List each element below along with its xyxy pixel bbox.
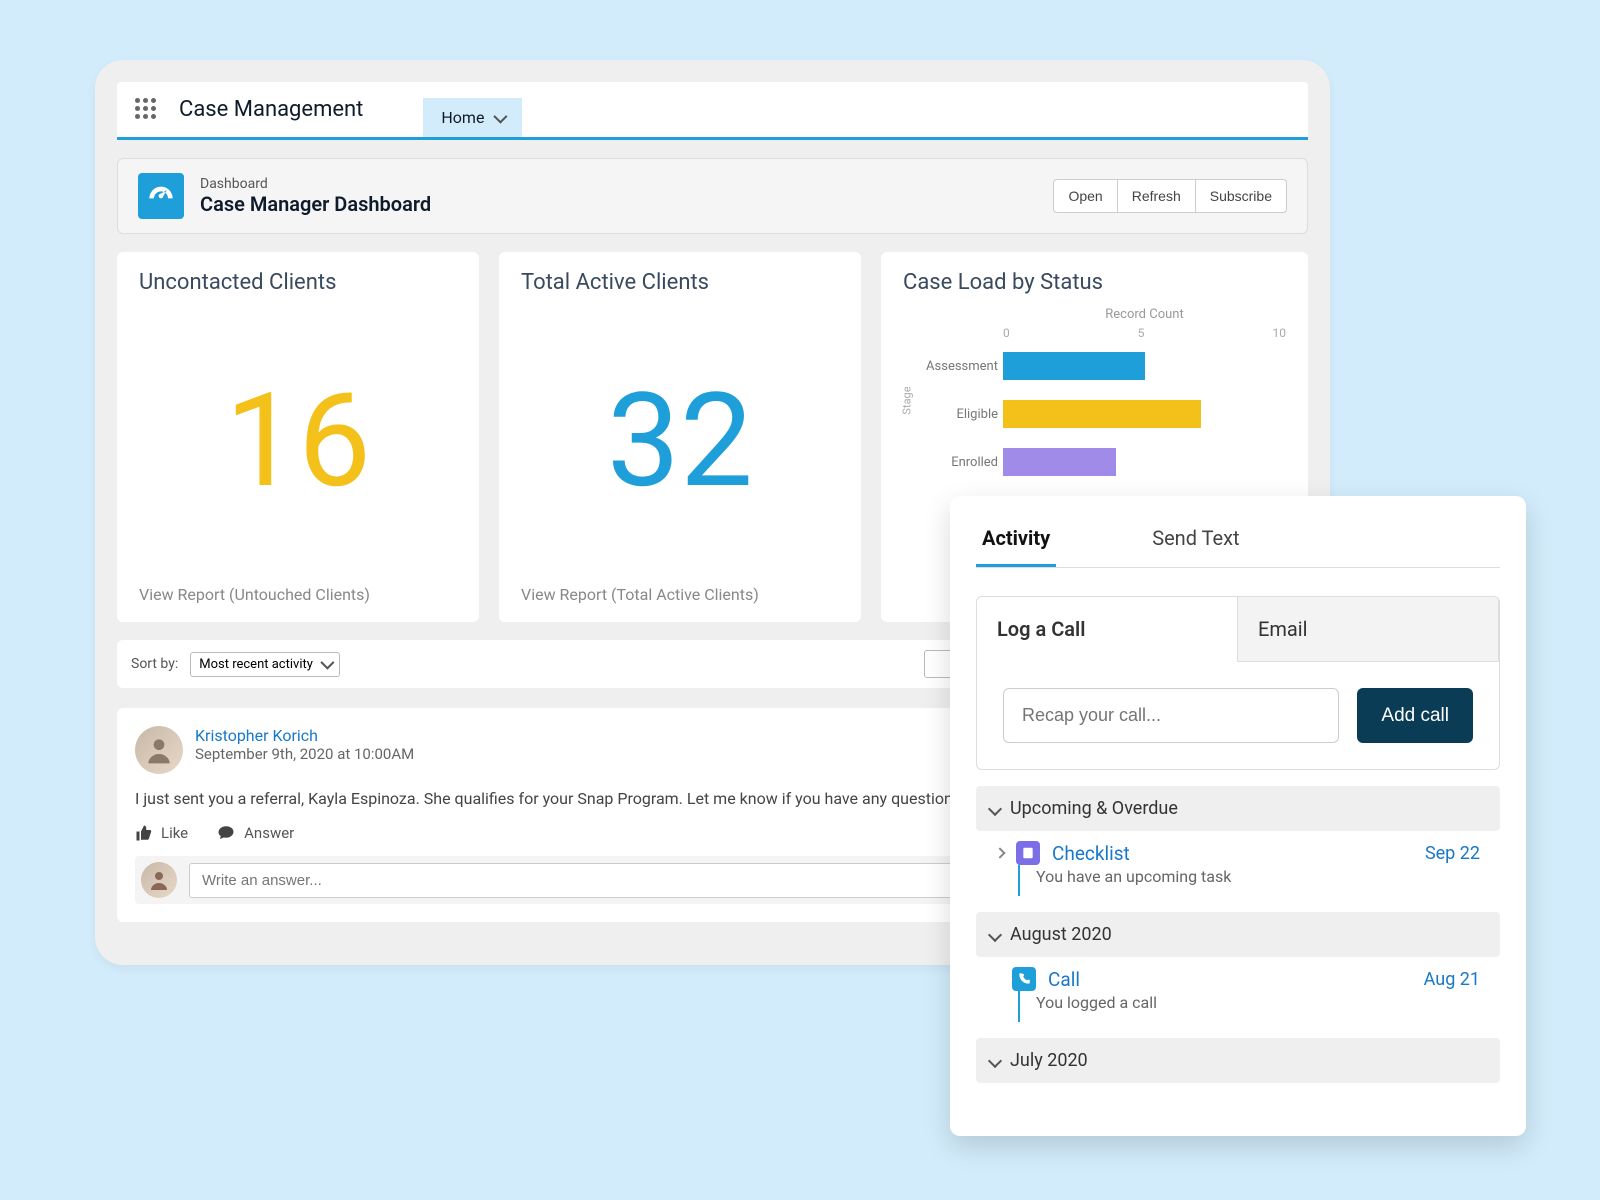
activity-item-call[interactable]: Call Aug 21 bbox=[976, 957, 1500, 991]
item-date: Aug 21 bbox=[1424, 969, 1480, 990]
tab-activity[interactable]: Activity bbox=[976, 518, 1056, 567]
nav-tab-home[interactable]: Home bbox=[423, 98, 522, 137]
chart-title: Case Load by Status bbox=[903, 270, 1286, 295]
section-july[interactable]: July 2020 bbox=[976, 1038, 1500, 1083]
chart-x-ticks: 0 5 10 bbox=[1003, 326, 1286, 340]
item-title: Call bbox=[1048, 968, 1080, 991]
item-subtitle: You have an upcoming task bbox=[1018, 865, 1500, 896]
section-upcoming[interactable]: Upcoming & Overdue bbox=[976, 786, 1500, 831]
bar bbox=[1003, 448, 1116, 476]
chevron-down-icon bbox=[320, 656, 334, 670]
chevron-down-icon bbox=[494, 109, 508, 123]
bar bbox=[1003, 352, 1145, 380]
phone-icon bbox=[1012, 967, 1036, 991]
metric-title: Total Active Clients bbox=[521, 270, 839, 295]
activity-tabs: Activity Send Text bbox=[976, 518, 1500, 568]
avatar[interactable] bbox=[135, 726, 183, 774]
tick: 0 bbox=[1003, 326, 1010, 340]
sort-select[interactable]: Most recent activity bbox=[190, 652, 340, 677]
thumbs-up-icon bbox=[135, 824, 153, 842]
chevron-down-icon bbox=[988, 927, 1002, 941]
chart-x-label: Record Count bbox=[1003, 307, 1286, 322]
speech-bubble-icon bbox=[216, 824, 236, 842]
dashboard-title: Case Manager Dashboard bbox=[200, 192, 431, 216]
chevron-down-icon bbox=[988, 801, 1002, 815]
sort-label: Sort by: bbox=[131, 656, 178, 672]
bar-label: Assessment bbox=[923, 359, 998, 374]
nav-tab-label: Home bbox=[441, 108, 484, 127]
view-report-link[interactable]: View Report (Total Active Clients) bbox=[521, 585, 839, 604]
item-date: Sep 22 bbox=[1425, 843, 1480, 864]
tick: 5 bbox=[1138, 326, 1145, 340]
chart-y-label: Stage bbox=[901, 386, 914, 414]
dashboard-actions: Open Refresh Subscribe bbox=[1053, 179, 1287, 213]
answer-button[interactable]: Answer bbox=[216, 824, 294, 842]
app-title: Case Management bbox=[179, 97, 363, 122]
tab-send-text[interactable]: Send Text bbox=[1146, 518, 1245, 567]
apps-grid-icon[interactable] bbox=[135, 98, 159, 122]
chart-area: Record Count 0 5 10 Stage Assessment Elig… bbox=[903, 307, 1286, 480]
metric-value: 32 bbox=[521, 295, 839, 585]
bar-row: Eligible bbox=[1003, 396, 1286, 432]
bar-label: Eligible bbox=[923, 407, 998, 422]
open-button[interactable]: Open bbox=[1053, 179, 1117, 213]
tick: 10 bbox=[1273, 326, 1287, 340]
metric-value: 16 bbox=[139, 295, 457, 585]
subtab-email[interactable]: Email bbox=[1238, 597, 1499, 662]
log-call-panel: Log a Call Email Add call bbox=[976, 596, 1500, 770]
dashboard-header: Dashboard Case Manager Dashboard Open Re… bbox=[117, 158, 1308, 234]
subscribe-button[interactable]: Subscribe bbox=[1195, 179, 1287, 213]
bar-row: Enrolled bbox=[1003, 444, 1286, 480]
item-title: Checklist bbox=[1052, 842, 1130, 865]
bar-row: Assessment bbox=[1003, 348, 1286, 384]
activity-item-checklist[interactable]: Checklist Sep 22 bbox=[976, 831, 1500, 865]
dashboard-gauge-icon bbox=[138, 173, 184, 219]
activity-panel: Activity Send Text Log a Call Email Add … bbox=[950, 496, 1526, 1136]
recap-input[interactable] bbox=[1003, 688, 1339, 743]
dashboard-subtitle: Dashboard bbox=[200, 176, 431, 192]
topbar: Case Management Home bbox=[117, 82, 1308, 140]
view-report-link[interactable]: View Report (Untouched Clients) bbox=[139, 585, 457, 604]
sort-selected: Most recent activity bbox=[199, 657, 313, 672]
bar-label: Enrolled bbox=[923, 455, 998, 470]
avatar[interactable] bbox=[141, 862, 177, 898]
chevron-right-icon bbox=[994, 847, 1005, 858]
metric-card-active: Total Active Clients 32 View Report (Tot… bbox=[499, 252, 861, 622]
bar bbox=[1003, 400, 1201, 428]
checklist-icon bbox=[1016, 841, 1040, 865]
metric-card-uncontacted: Uncontacted Clients 16 View Report (Unto… bbox=[117, 252, 479, 622]
like-button[interactable]: Like bbox=[135, 824, 188, 842]
add-call-button[interactable]: Add call bbox=[1357, 688, 1473, 743]
metric-title: Uncontacted Clients bbox=[139, 270, 457, 295]
section-august[interactable]: August 2020 bbox=[976, 912, 1500, 957]
chevron-down-icon bbox=[988, 1053, 1002, 1067]
post-timestamp: September 9th, 2020 at 10:00AM bbox=[195, 745, 414, 763]
subtab-log-call[interactable]: Log a Call bbox=[977, 597, 1238, 662]
item-subtitle: You logged a call bbox=[1018, 991, 1500, 1022]
post-author[interactable]: Kristopher Korich bbox=[195, 726, 414, 745]
refresh-button[interactable]: Refresh bbox=[1118, 179, 1195, 213]
